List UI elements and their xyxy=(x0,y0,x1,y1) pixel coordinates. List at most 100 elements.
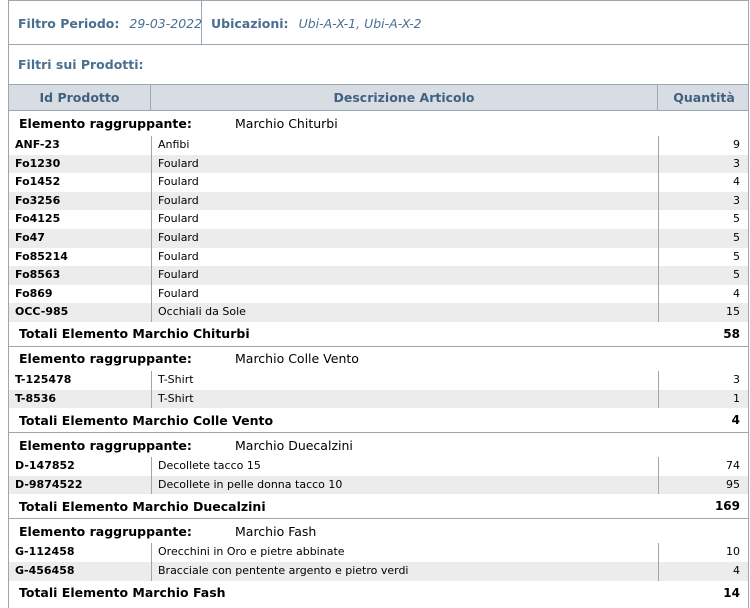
product-description: Anfibi xyxy=(158,138,190,151)
product-id: Fo47 xyxy=(15,230,45,244)
group-total-quantity: 14 xyxy=(723,585,740,600)
group-header: Elemento raggruppante: Marchio Duecalzini xyxy=(9,432,748,457)
product-filters-label: Filtri sui Prodotti: xyxy=(9,45,748,85)
table-row: OCC-985 Occhiali da Sole 15 xyxy=(9,303,748,322)
table-row: Fo1230 Foulard 3 xyxy=(9,154,748,174)
product-id: Fo1230 xyxy=(15,156,61,170)
product-quantity: 3 xyxy=(733,193,740,207)
product-quantity: 5 xyxy=(733,230,740,244)
product-description: Foulard xyxy=(158,286,199,300)
group-total-quantity: 58 xyxy=(723,326,740,341)
product-id: Fo85214 xyxy=(15,249,68,263)
filter-row: Filtro Periodo: 29-03-2022 Ubicazioni: U… xyxy=(9,0,748,45)
product-id: D-9874522 xyxy=(15,477,83,491)
group-total-quantity: 4 xyxy=(731,413,740,428)
period-filter: Filtro Periodo: 29-03-2022 xyxy=(9,1,202,45)
product-id: D-147852 xyxy=(15,459,75,473)
period-filter-value: 29-03-2022 xyxy=(129,15,203,31)
product-quantity: 15 xyxy=(726,305,740,319)
table-row: Fo85214 Foulard 5 xyxy=(9,248,748,267)
product-description: Decollete tacco 15 xyxy=(158,459,261,473)
table-row: T-8536 T-Shirt 1 xyxy=(9,389,748,409)
table-header: Id Prodotto Descrizione Articolo Quantit… xyxy=(9,85,748,111)
product-quantity: 3 xyxy=(733,156,740,170)
group-total-row: Totali Elemento Marchio Colle Vento 4 xyxy=(9,408,748,432)
product-quantity: 4 xyxy=(733,175,740,189)
product-quantity: 4 xyxy=(733,286,740,300)
product-id: G-112458 xyxy=(15,545,75,559)
product-quantity: 9 xyxy=(733,138,740,151)
header-quantity: Quantità xyxy=(673,90,735,105)
product-description: Decollete in pelle donna tacco 10 xyxy=(158,477,343,491)
column-divider xyxy=(658,543,659,581)
product-quantity: 5 xyxy=(733,268,740,282)
product-description: Bracciale con pentente argento e pietro … xyxy=(158,563,409,577)
group-header: Elemento raggruppante: Marchio Colle Vent… xyxy=(9,345,748,371)
group-total-row: Totali Elemento Marchio Duecalzini 169 xyxy=(9,494,748,518)
locations-filter: Ubicazioni: Ubi-A-X-1, Ubi-A-X-2 xyxy=(202,1,422,45)
table-row: G-456458 Bracciale con pentente argento e… xyxy=(9,561,748,581)
column-divider xyxy=(151,370,152,409)
column-divider xyxy=(658,370,659,409)
column-divider xyxy=(151,457,152,495)
group-name: Marchio Duecalzini xyxy=(235,437,353,453)
product-description: T-Shirt xyxy=(158,372,194,386)
group-header-label: Elemento raggruppante: xyxy=(19,523,192,539)
product-id: Fo869 xyxy=(15,286,53,300)
table-row: Fo3256 Foulard 3 xyxy=(9,191,748,211)
group-total-row: Totali Elemento Marchio Fash 14 xyxy=(9,581,748,605)
group-total-label: Totali Elemento Marchio Chiturbi xyxy=(19,326,250,342)
report: Filtro Periodo: 29-03-2022 Ubicazioni: U… xyxy=(8,0,749,608)
product-quantity: 3 xyxy=(733,372,740,386)
product-quantity: 5 xyxy=(733,249,740,263)
product-quantity: 1 xyxy=(733,391,740,405)
product-description: Foulard xyxy=(158,268,199,282)
product-id: ANF-23 xyxy=(15,138,60,151)
group-name: Marchio Colle Vento xyxy=(235,351,359,367)
product-description: Foulard xyxy=(158,212,199,226)
group-rows: G-112458 Orecchini in Oro e pietre abbina… xyxy=(9,543,748,581)
locations-filter-value: Ubi-A-X-1, Ubi-A-X-2 xyxy=(298,15,422,31)
product-description: Foulard xyxy=(158,193,199,207)
product-id: OCC-985 xyxy=(15,305,69,319)
group-header-label: Elemento raggruppante: xyxy=(19,116,192,131)
group-header-label: Elemento raggruppante: xyxy=(19,351,192,367)
group-total-label: Totali Elemento Marchio Colle Vento xyxy=(19,412,274,428)
table-row: T-125478 T-Shirt 3 xyxy=(9,371,748,390)
product-quantity: 95 xyxy=(726,477,740,491)
product-id: T-125478 xyxy=(15,372,72,386)
product-id: Fo3256 xyxy=(15,193,61,207)
group-total-label: Totali Elemento Marchio Duecalzini xyxy=(19,498,266,514)
table-row: Fo1452 Foulard 4 xyxy=(9,173,748,192)
group-total-label: Totali Elemento Marchio Fash xyxy=(19,585,226,600)
product-quantity: 4 xyxy=(733,563,740,577)
table-row: ANF-23 Anfibi 9 xyxy=(9,136,748,155)
table-row: Fo47 Foulard 5 xyxy=(9,228,748,248)
product-quantity: 5 xyxy=(733,212,740,226)
table-row: Fo4125 Foulard 5 xyxy=(9,210,748,229)
product-description: Foulard xyxy=(158,175,199,189)
column-divider xyxy=(151,543,152,581)
table-row: Fo869 Foulard 4 xyxy=(9,285,748,304)
table-row: G-112458 Orecchini in Oro e pietre abbina… xyxy=(9,543,748,562)
product-id: Fo4125 xyxy=(15,212,61,226)
group-total-quantity: 169 xyxy=(714,499,740,514)
group-rows: T-125478 T-Shirt 3 T-8536 T-Shirt 1 xyxy=(9,370,748,409)
product-quantity: 74 xyxy=(726,459,740,473)
table-row: D-9874522 Decollete in pelle donna tacco … xyxy=(9,475,748,495)
group-name: Marchio Chiturbi xyxy=(235,116,338,131)
group-header-label: Elemento raggruppante: xyxy=(19,437,192,453)
product-description: T-Shirt xyxy=(158,391,194,405)
locations-filter-label: Ubicazioni: xyxy=(211,15,289,31)
column-divider xyxy=(658,457,659,495)
product-id: Fo8563 xyxy=(15,268,61,282)
column-divider xyxy=(151,136,152,322)
product-id: T-8536 xyxy=(15,391,57,405)
table-row: Fo8563 Foulard 5 xyxy=(9,266,748,285)
product-quantity: 10 xyxy=(726,545,740,559)
product-description: Orecchini in Oro e pietre abbinate xyxy=(158,545,345,559)
product-id: Fo1452 xyxy=(15,175,61,189)
group-rows: ANF-23 Anfibi 9 Fo1230 Foulard 3 Fo1452 Foulard… xyxy=(9,136,748,322)
group-header: Elemento raggruppante: Marchio Chiturbi xyxy=(9,111,748,136)
product-description: Foulard xyxy=(158,156,199,170)
